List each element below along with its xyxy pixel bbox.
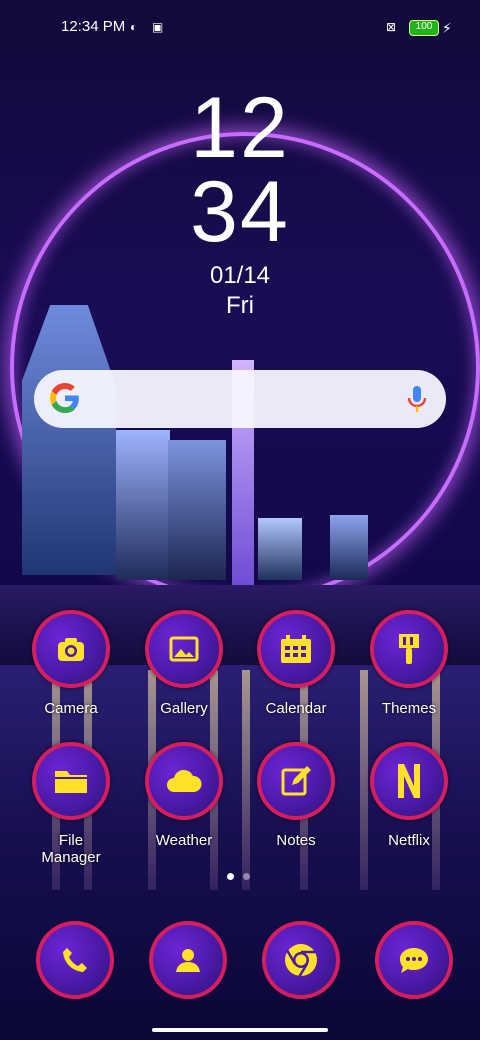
phone-icon bbox=[63, 948, 87, 972]
home-indicator[interactable] bbox=[152, 1028, 328, 1032]
page-dot-active bbox=[227, 873, 234, 880]
app-label: Weather bbox=[155, 832, 213, 849]
clock-date: 01/14 bbox=[209, 262, 271, 289]
status-bar: 12:34 PM ◐ ▣ ⊠ 100 ⚡ bbox=[0, 0, 480, 56]
calendar-icon bbox=[257, 610, 335, 688]
building-graphic bbox=[116, 430, 170, 580]
dock-contacts[interactable] bbox=[149, 921, 227, 999]
page-dot bbox=[243, 873, 250, 880]
notification-app-icon: ◐ bbox=[130, 20, 138, 34]
app-label: File Manager bbox=[41, 832, 101, 866]
image-icon bbox=[145, 610, 223, 688]
netflix-n-icon bbox=[370, 742, 448, 820]
app-label: Themes bbox=[381, 700, 437, 717]
calendar-notification-icon: ▣ bbox=[152, 20, 164, 34]
status-time: 12:34 PM bbox=[61, 18, 126, 35]
app-netflix[interactable]: Netflix bbox=[366, 742, 452, 849]
message-icon bbox=[400, 948, 428, 973]
chrome-icon bbox=[285, 944, 317, 978]
app-themes[interactable]: Themes bbox=[366, 610, 452, 717]
camera-icon bbox=[32, 610, 110, 688]
app-label: Camera bbox=[44, 700, 98, 717]
building-graphic bbox=[330, 515, 368, 580]
clock-hours: 12 bbox=[190, 80, 290, 176]
mic-icon[interactable] bbox=[406, 384, 428, 414]
app-label: Notes bbox=[276, 832, 316, 849]
folder-icon bbox=[32, 742, 110, 820]
dock-phone[interactable] bbox=[36, 921, 114, 999]
google-logo-icon bbox=[50, 383, 79, 413]
water-reflection bbox=[242, 670, 250, 890]
page-indicator bbox=[227, 873, 253, 881]
app-weather[interactable]: Weather bbox=[141, 742, 227, 849]
clock-day: Fri bbox=[226, 292, 254, 319]
google-search-bar[interactable] bbox=[34, 370, 446, 428]
sim-disabled-icon: ⊠ bbox=[386, 20, 397, 34]
app-gallery[interactable]: Gallery bbox=[141, 610, 227, 717]
charging-icon: ⚡ bbox=[442, 20, 452, 36]
dock-chrome[interactable] bbox=[262, 921, 340, 999]
app-label: Gallery bbox=[160, 700, 208, 717]
building-graphic bbox=[258, 518, 302, 580]
app-label: Calendar bbox=[265, 700, 327, 717]
paintbrush-icon bbox=[370, 610, 448, 688]
app-camera[interactable]: Camera bbox=[28, 610, 114, 717]
app-label: Netflix bbox=[388, 832, 430, 849]
person-icon bbox=[176, 949, 200, 972]
app-calendar[interactable]: Calendar bbox=[253, 610, 339, 717]
dock-messages[interactable] bbox=[375, 921, 453, 999]
building-graphic bbox=[168, 440, 226, 580]
note-edit-icon bbox=[257, 742, 335, 820]
building-graphic bbox=[22, 305, 116, 575]
battery-indicator: 100 bbox=[409, 20, 439, 36]
cloud-icon bbox=[145, 742, 223, 820]
app-file-manager[interactable]: File Manager bbox=[28, 742, 114, 866]
clock-minutes: 34 bbox=[190, 164, 290, 260]
app-notes[interactable]: Notes bbox=[253, 742, 339, 849]
